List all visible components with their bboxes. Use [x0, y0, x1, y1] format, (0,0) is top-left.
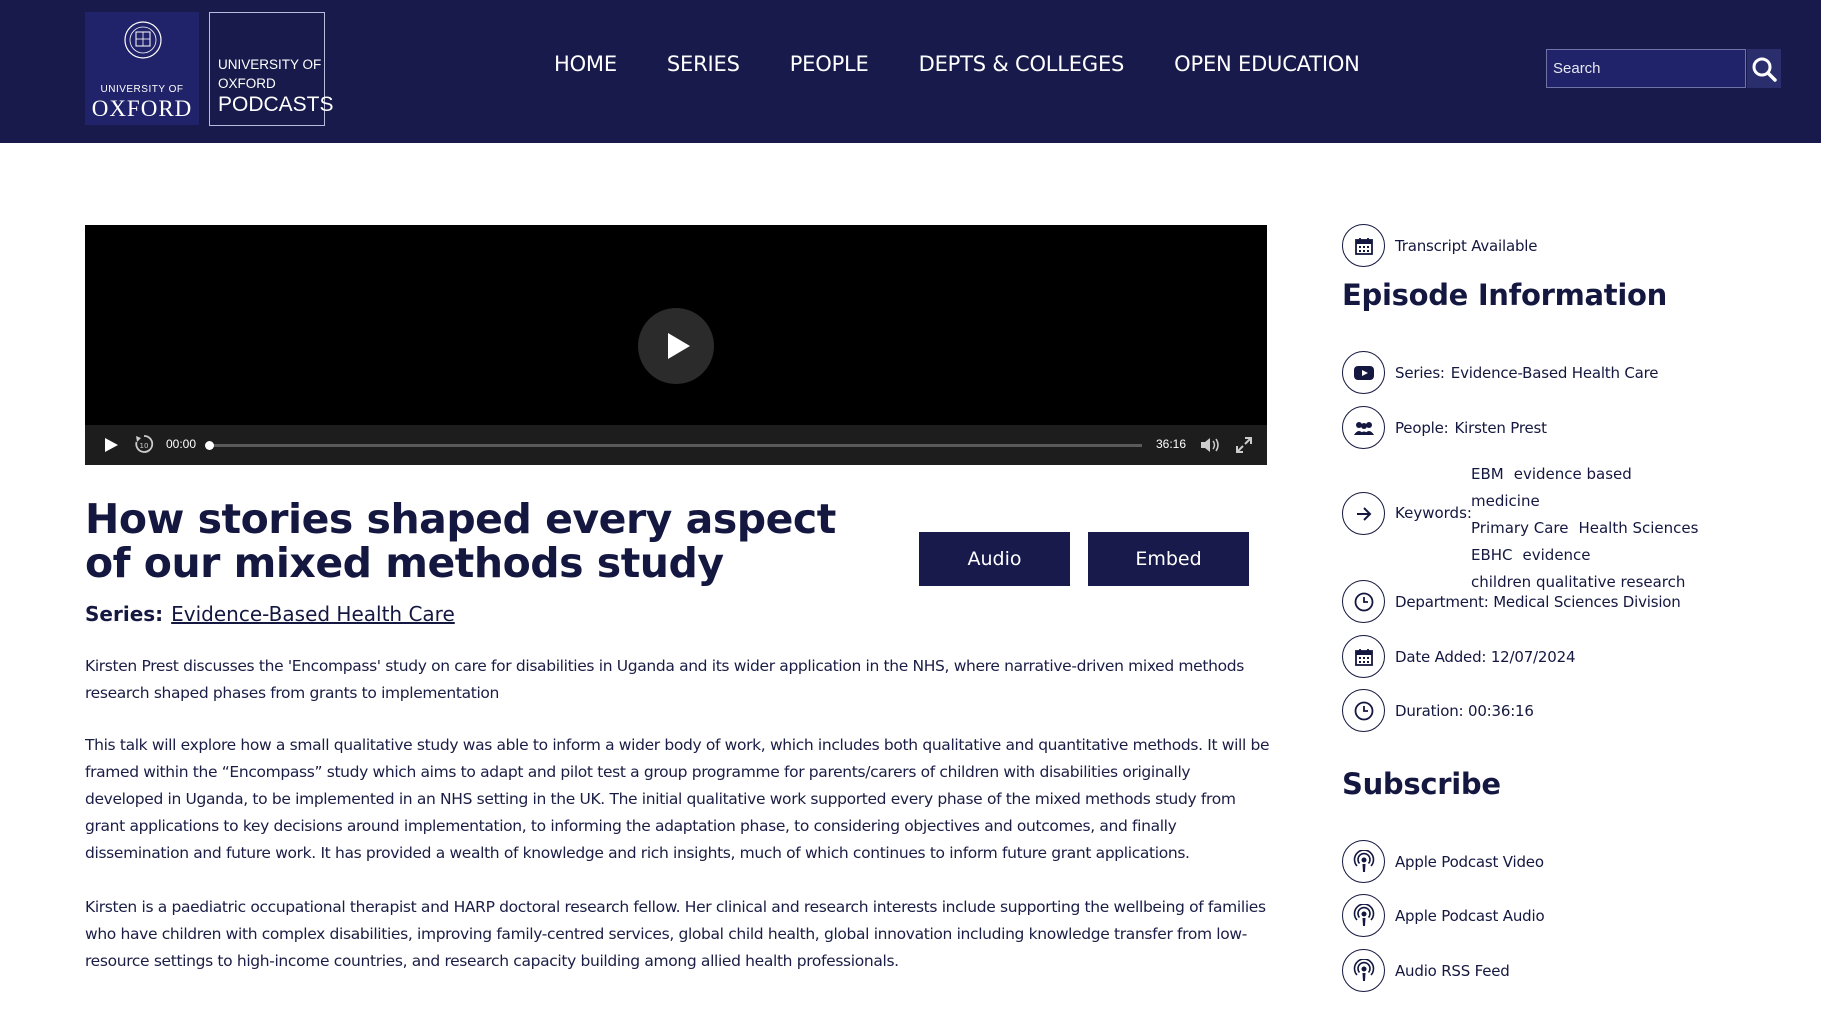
episode-title: How stories shaped every aspect of our m…: [85, 495, 836, 587]
clock-icon: [1354, 701, 1373, 720]
subscribe-icon-circle: [1342, 840, 1385, 883]
subscribe-icon-circle: [1342, 949, 1385, 992]
people-icon-circle: [1342, 406, 1385, 449]
subscribe-label: Apple Podcast Audio: [1395, 906, 1545, 925]
people-info: People: Kirsten Prest: [1395, 419, 1547, 437]
search-icon: [1752, 57, 1777, 82]
podcasts-logo-line3: PODCASTS: [218, 93, 334, 116]
speaker-bio: Kirsten is a paediatric occupational the…: [85, 898, 1266, 970]
date-added-info: Date Added: 12/07/2024: [1395, 647, 1576, 666]
keyword-item[interactable]: evidence: [1523, 546, 1591, 564]
subscribe-label: Audio RSS Feed: [1395, 961, 1510, 980]
people-row: People: Kirsten Prest: [1342, 406, 1547, 449]
department-row: Department: Medical Sciences Division: [1342, 580, 1681, 623]
keyword-item[interactable]: Primary Care: [1471, 519, 1568, 537]
series-info: Series: Evidence-Based Health Care: [1395, 363, 1659, 382]
calendar-icon: [1354, 648, 1373, 666]
department-info: Department: Medical Sciences Division: [1395, 592, 1681, 611]
duration-row: Duration: 00:36:16: [1342, 689, 1534, 732]
podcasts-logo-line2: OXFORD: [218, 76, 276, 91]
keyword-item[interactable]: Health Sciences: [1578, 519, 1698, 537]
series-info-label: Series:: [1395, 363, 1445, 382]
duration-info: Duration: 00:36:16: [1395, 701, 1534, 720]
nav-series[interactable]: SERIES: [667, 52, 740, 76]
oxford-crest-icon: [124, 21, 162, 59]
nav-people[interactable]: PEOPLE: [790, 52, 869, 76]
clock-icon: [1354, 592, 1373, 611]
big-play-button[interactable]: [638, 308, 714, 384]
series-icon-circle: [1342, 351, 1385, 394]
date-icon-circle: [1342, 635, 1385, 678]
search-button[interactable]: [1747, 49, 1781, 88]
video-player[interactable]: 10 00:00 36:16: [85, 225, 1267, 465]
youtube-icon: [1353, 365, 1374, 380]
series-label: Series:: [85, 602, 164, 626]
keywords-list: EBM evidence based medicine Primary Care H…: [1471, 461, 1711, 596]
people-info-label: People:: [1395, 418, 1449, 437]
audio-button[interactable]: Audio: [919, 532, 1070, 586]
main-nav: HOME SERIES PEOPLE DEPTS & COLLEGES OPEN…: [554, 52, 1360, 76]
people-info-value[interactable]: Kirsten Prest: [1455, 419, 1548, 437]
episode-summary: Kirsten Prest discusses the 'Encompass' …: [85, 657, 1244, 702]
duration-time: 36:16: [1156, 437, 1187, 451]
site-header: UNIVERSITY OF OXFORD UNIVERSITY OF OXFOR…: [0, 0, 1821, 143]
episode-info-heading: Episode Information: [1342, 278, 1667, 312]
transcript-row[interactable]: Transcript Available: [1342, 224, 1537, 267]
subscribe-apple-video[interactable]: Apple Podcast Video: [1342, 840, 1544, 883]
transcript-text: Transcript Available: [1395, 236, 1538, 255]
progress-thumb[interactable]: [205, 441, 214, 450]
series-link[interactable]: Evidence-Based Health Care: [171, 602, 455, 626]
subscribe-label: Apple Podcast Video: [1395, 852, 1544, 871]
keyword-item[interactable]: EBM: [1471, 465, 1504, 483]
date-row: Date Added: 12/07/2024: [1342, 635, 1575, 678]
search-input[interactable]: [1546, 49, 1746, 88]
transcript-icon-circle: [1342, 224, 1385, 267]
subscribe-audio-rss[interactable]: Audio RSS Feed: [1342, 949, 1510, 992]
nav-open-education[interactable]: OPEN EDUCATION: [1174, 52, 1360, 76]
series-row: Series: Evidence-Based Health Care: [1342, 351, 1659, 394]
podcasts-logo-line1: UNIVERSITY OF: [218, 57, 322, 72]
episode-description: This talk will explore how a small quali…: [85, 736, 1270, 862]
subscribe-heading: Subscribe: [1342, 767, 1501, 801]
player-controls: 10 00:00 36:16: [85, 425, 1267, 465]
duration-icon-circle: [1342, 689, 1385, 732]
oxford-logo[interactable]: UNIVERSITY OF OXFORD: [85, 12, 199, 125]
play-icon: [668, 333, 690, 359]
keywords-icon-circle: [1342, 492, 1385, 535]
subscribe-icon-circle: [1342, 894, 1385, 937]
rewind-10-icon[interactable]: 10: [133, 433, 155, 455]
nav-home[interactable]: HOME: [554, 52, 617, 76]
department-icon-circle: [1342, 580, 1385, 623]
play-control-icon[interactable]: [103, 437, 119, 453]
series-info-value[interactable]: Evidence-Based Health Care: [1451, 364, 1659, 382]
oxford-logo-small-text: UNIVERSITY OF: [100, 84, 184, 95]
fullscreen-icon[interactable]: [1235, 436, 1253, 454]
arrow-right-icon: [1356, 506, 1371, 521]
oxford-logo-big-text: OXFORD: [91, 96, 193, 121]
series-line: Series: Evidence-Based Health Care: [85, 602, 455, 626]
current-time: 00:00: [166, 437, 197, 451]
embed-button[interactable]: Embed: [1088, 532, 1249, 586]
progress-track[interactable]: [205, 441, 1142, 450]
keywords-row: [1342, 492, 1385, 535]
keyword-item[interactable]: EBHC: [1471, 546, 1513, 564]
keywords-label: Keywords:: [1395, 504, 1472, 522]
volume-icon[interactable]: [1200, 436, 1222, 454]
calendar-icon: [1354, 237, 1373, 255]
podcast-icon: [1353, 958, 1374, 981]
podcast-icon: [1353, 903, 1374, 926]
podcasts-logo[interactable]: UNIVERSITY OF OXFORD PODCASTS: [209, 12, 334, 126]
podcast-icon: [1353, 849, 1374, 872]
people-icon: [1353, 421, 1374, 435]
nav-depts-colleges[interactable]: DEPTS & COLLEGES: [919, 52, 1125, 76]
svg-text:10: 10: [140, 442, 149, 450]
subscribe-apple-audio[interactable]: Apple Podcast Audio: [1342, 894, 1545, 937]
